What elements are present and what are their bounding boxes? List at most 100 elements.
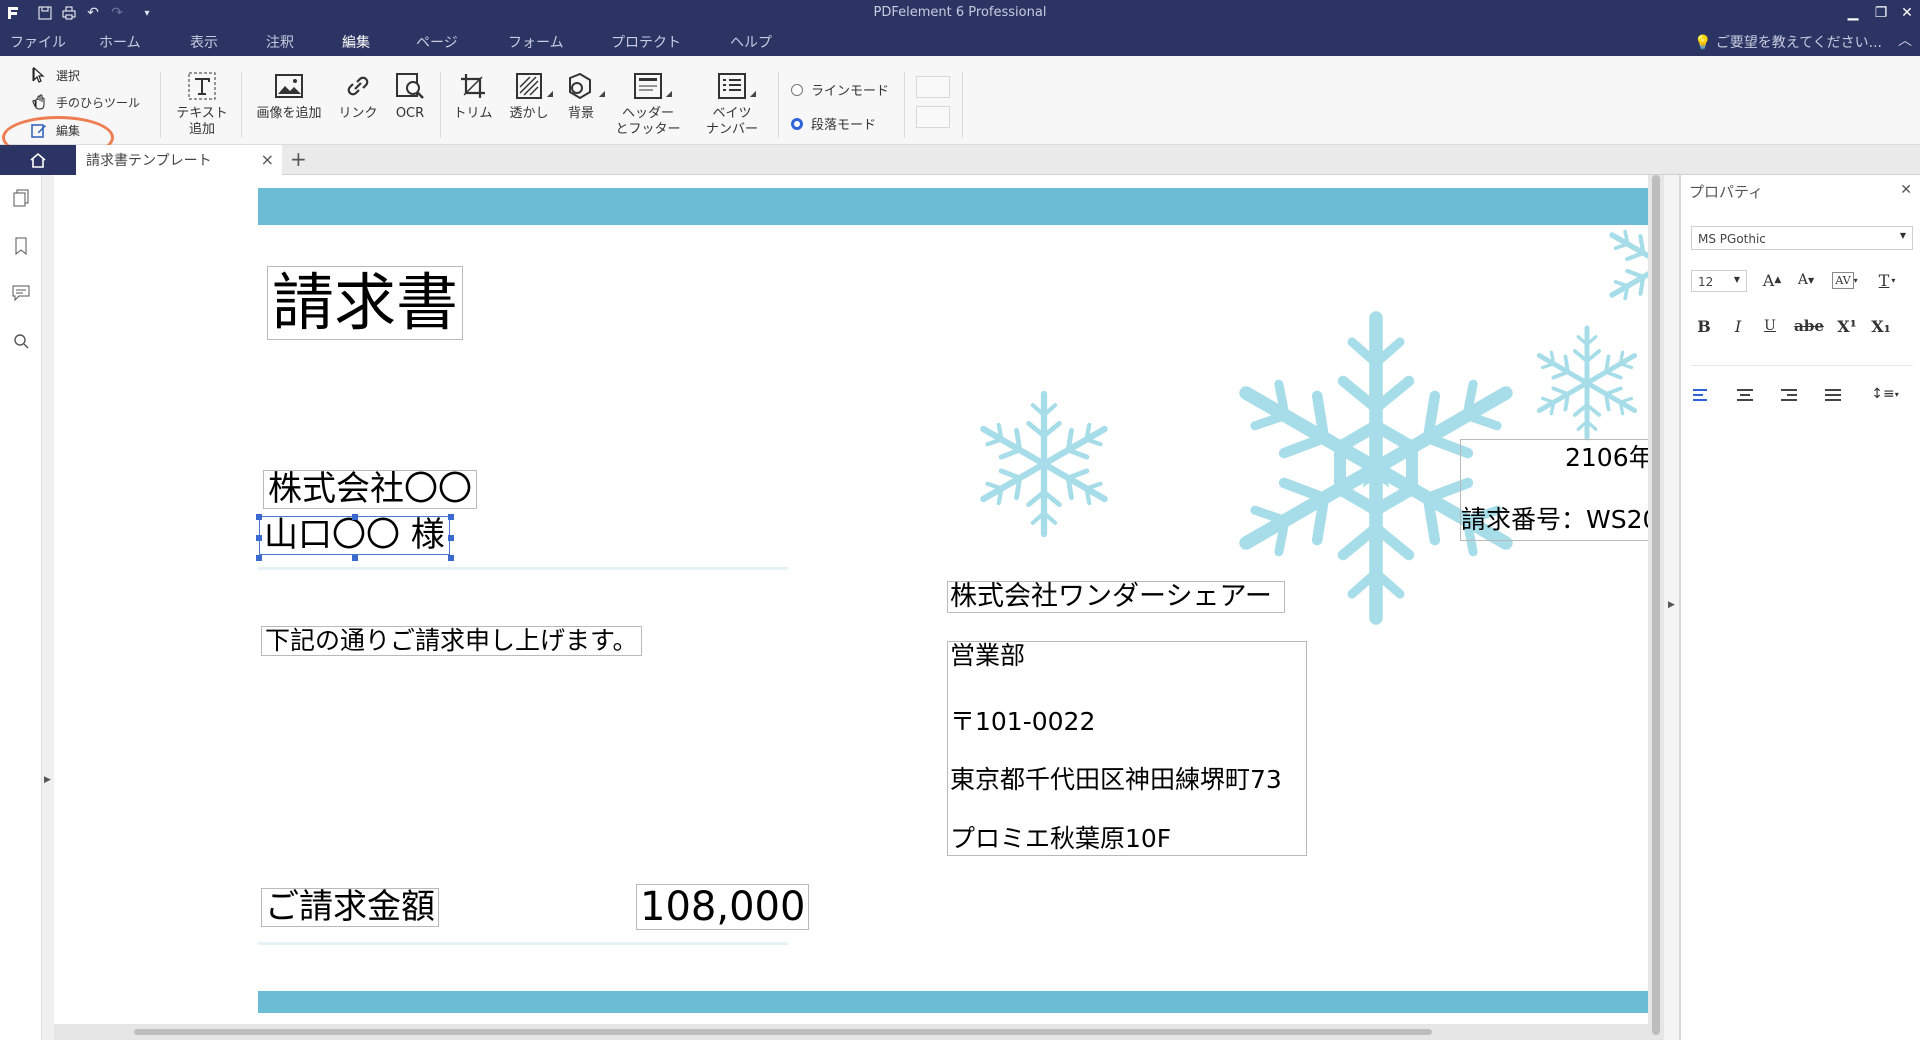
underline-button[interactable]: U bbox=[1759, 315, 1781, 337]
crop-button[interactable]: トリム bbox=[451, 70, 495, 122]
paragraph-mode-radio[interactable]: 段落モード bbox=[791, 114, 876, 133]
italic-button[interactable]: I bbox=[1727, 315, 1749, 337]
menu-form[interactable]: フォーム bbox=[508, 32, 564, 52]
menu-home[interactable]: ホーム bbox=[99, 32, 141, 52]
new-tab-icon[interactable]: + bbox=[290, 147, 307, 171]
intro-text[interactable]: 下記の通りご請求申し上げます。 bbox=[261, 626, 642, 656]
background-icon: ◢ bbox=[565, 70, 605, 102]
align-left-icon[interactable] bbox=[1693, 389, 1715, 405]
restore-icon[interactable]: ❐ bbox=[1870, 3, 1892, 23]
line-spacing-icon[interactable]: ↕≡ ▾ bbox=[1867, 383, 1903, 405]
header-footer-icon: ◢ bbox=[632, 70, 672, 102]
menu-help[interactable]: ヘルプ bbox=[730, 32, 772, 52]
subscript-button[interactable]: X₁ bbox=[1867, 315, 1895, 337]
char-spacing-icon[interactable]: AV ▾ bbox=[1827, 269, 1863, 291]
help-hint[interactable]: 💡 ご要望を教えてください... bbox=[1694, 32, 1882, 52]
redo-icon[interactable]: ↷ bbox=[106, 3, 128, 23]
chevron-down-icon: ▼ bbox=[1899, 231, 1906, 240]
add-text-button[interactable]: テキスト 追加 bbox=[174, 70, 230, 138]
resize-handle[interactable] bbox=[448, 514, 454, 520]
minimize-icon[interactable]: ▁ bbox=[1842, 3, 1864, 23]
close-properties-icon[interactable]: ✕ bbox=[1900, 182, 1912, 198]
search-icon[interactable] bbox=[10, 330, 32, 352]
menu-protect[interactable]: プロテクト bbox=[611, 32, 681, 52]
sender-address-block[interactable]: 営業部 〒101-0022 東京都千代田区神田練堺町73 プロミエ秋葉原10F bbox=[947, 641, 1307, 856]
font-family-select[interactable]: MS PGothic ▼ bbox=[1691, 226, 1913, 250]
close-tab-icon[interactable]: × bbox=[261, 150, 274, 169]
superscript-button[interactable]: X¹ bbox=[1833, 315, 1861, 337]
customize-toolbar-icon[interactable]: ▾ bbox=[136, 3, 158, 23]
document-tab[interactable]: 請求書テンプレート × bbox=[76, 145, 282, 175]
right-panel-edge: ▶ bbox=[1664, 175, 1680, 1040]
expand-sidebar-icon[interactable]: ▶ bbox=[44, 775, 51, 785]
sender-company[interactable]: 株式会社ワンダーシェアー bbox=[947, 581, 1285, 613]
background-button[interactable]: ◢ 背景 bbox=[561, 70, 605, 122]
edit-tool[interactable]: 編集 bbox=[30, 119, 80, 141]
sender-address: 東京都千代田区神田練堺町73 bbox=[950, 765, 1282, 794]
paragraph-mode-label: 段落モード bbox=[811, 118, 877, 133]
bates-number-button[interactable]: ◢ ベイツ ナンバー bbox=[700, 70, 764, 138]
resize-handle[interactable] bbox=[256, 514, 262, 520]
watermark-button[interactable]: ◢ 透かし bbox=[505, 70, 553, 122]
line-mode-radio[interactable]: ラインモード bbox=[791, 80, 889, 99]
link-button[interactable]: リンク bbox=[336, 70, 380, 122]
font-size-select[interactable]: 12 ▼ bbox=[1691, 270, 1747, 292]
ocr-button[interactable]: OCR bbox=[390, 70, 430, 122]
collapse-panel-icon[interactable]: ▶ bbox=[1668, 600, 1675, 610]
resize-handle[interactable] bbox=[352, 514, 358, 520]
align-justify-icon[interactable] bbox=[1825, 389, 1847, 405]
menu-edit[interactable]: 編集 bbox=[342, 32, 370, 58]
sender-postcode: 〒101-0022 bbox=[950, 707, 1096, 736]
header-footer-label-2: とフッター bbox=[615, 122, 681, 137]
horizontal-scroll-thumb[interactable] bbox=[134, 1029, 1432, 1035]
resize-handle[interactable] bbox=[256, 535, 262, 541]
undo-icon[interactable]: ↶ bbox=[82, 3, 104, 23]
resize-handle[interactable] bbox=[256, 555, 262, 561]
header-footer-button[interactable]: ◢ ヘッダー とフッター bbox=[612, 70, 684, 138]
select-tool[interactable]: 選択 bbox=[30, 64, 80, 86]
strikethrough-button[interactable]: abe bbox=[1789, 315, 1829, 337]
left-sidebar: ▶ bbox=[0, 175, 51, 1040]
bates-number-icon: ◢ bbox=[716, 70, 756, 102]
bold-button[interactable]: B bbox=[1693, 315, 1715, 337]
vertical-scrollbar[interactable] bbox=[1648, 175, 1664, 1040]
comment-icon[interactable] bbox=[10, 282, 32, 304]
chevron-down-icon: ▼ bbox=[1733, 275, 1740, 284]
text-color-icon[interactable]: T ▾ bbox=[1869, 269, 1905, 291]
collapse-ribbon-icon[interactable]: ︿ bbox=[1898, 30, 1912, 50]
recipient-company[interactable]: 株式会社〇〇 bbox=[263, 470, 477, 510]
amount-value[interactable]: 108,000 bbox=[636, 884, 810, 930]
bookmark-icon[interactable] bbox=[10, 235, 32, 257]
resize-handle[interactable] bbox=[448, 555, 454, 561]
add-image-label: 画像を追加 bbox=[256, 106, 322, 121]
thumbnails-icon[interactable] bbox=[10, 187, 32, 209]
menu-page[interactable]: ページ bbox=[416, 32, 458, 52]
horizontal-scrollbar[interactable] bbox=[54, 1024, 1648, 1040]
menu-view[interactable]: 表示 bbox=[190, 32, 218, 52]
date-invoice-block[interactable]: 2106年 請求番号：WS20 bbox=[1460, 439, 1648, 541]
align-center-icon[interactable] bbox=[1737, 389, 1759, 405]
align-objects-icon[interactable] bbox=[916, 76, 950, 98]
align-right-icon[interactable] bbox=[1781, 389, 1803, 405]
decrease-font-icon[interactable]: A ▼ bbox=[1791, 269, 1821, 291]
menu-comment[interactable]: 注釈 bbox=[266, 32, 294, 52]
ribbon-separator bbox=[778, 72, 779, 138]
link-icon bbox=[342, 70, 374, 102]
menu-file[interactable]: ファイル bbox=[10, 32, 66, 52]
tab-row: 請求書テンプレート × + bbox=[0, 145, 1920, 175]
resize-handle[interactable] bbox=[448, 535, 454, 541]
distribute-objects-icon[interactable] bbox=[916, 106, 950, 128]
link-label: リンク bbox=[338, 106, 378, 121]
add-image-button[interactable]: 画像を追加 bbox=[252, 70, 326, 122]
hand-tool[interactable]: 手のひらツール bbox=[30, 91, 140, 113]
save-icon[interactable] bbox=[34, 3, 56, 23]
increase-font-icon[interactable]: A ▲ bbox=[1757, 269, 1787, 291]
resize-handle[interactable] bbox=[352, 555, 358, 561]
vertical-scroll-thumb[interactable] bbox=[1652, 175, 1660, 1035]
recipient-name[interactable]: 山口〇〇 様 bbox=[259, 516, 450, 556]
print-icon[interactable] bbox=[58, 3, 80, 23]
invoice-heading[interactable]: 請求書 bbox=[267, 266, 464, 341]
amount-label[interactable]: ご請求金額 bbox=[261, 888, 439, 928]
close-window-icon[interactable]: ✕ bbox=[1896, 3, 1918, 23]
home-tab[interactable] bbox=[0, 145, 76, 175]
